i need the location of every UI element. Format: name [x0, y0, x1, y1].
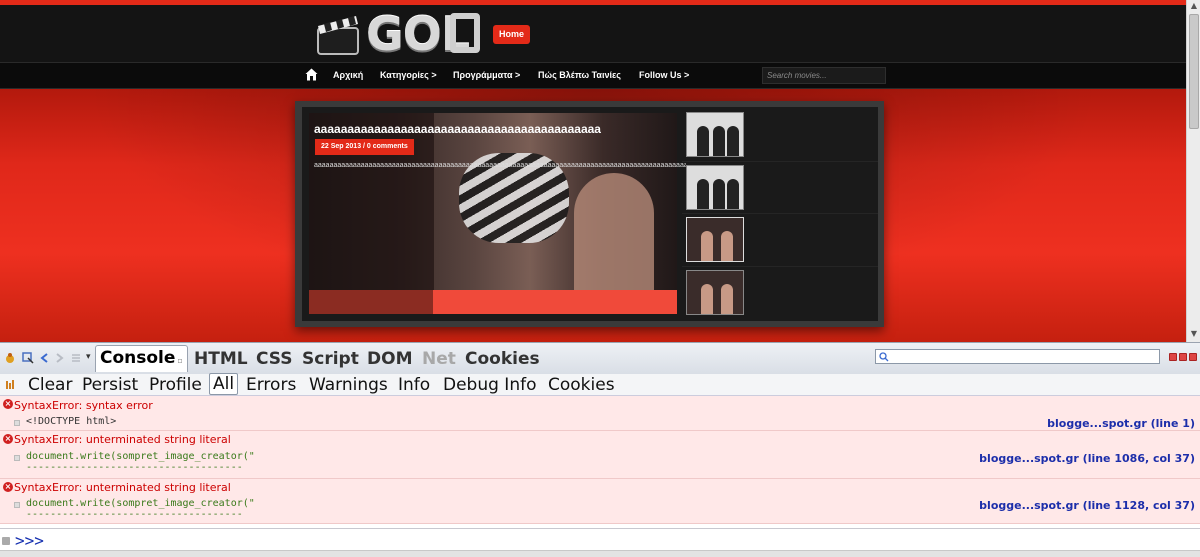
error-message: SyntaxError: unterminated string literal	[14, 481, 231, 494]
filter-warnings[interactable]: Warnings	[309, 375, 388, 395]
minimize-icon[interactable]	[1169, 353, 1177, 361]
thumbnail-figure	[697, 179, 709, 209]
error-source-code: <!DOCTYPE html>	[26, 416, 117, 427]
close-icon[interactable]	[1189, 353, 1197, 361]
filter-cookies[interactable]: Cookies	[548, 375, 615, 395]
slide-title[interactable]: aaaaaaaaaaaaaaaaaaaaaaaaaaaaaaaaaaaaaaaa…	[314, 122, 601, 136]
clear-button[interactable]: Clear	[28, 375, 72, 395]
error-icon: ×	[3, 482, 13, 492]
thumbnail-figure	[701, 284, 713, 314]
tab-console-label: Console	[100, 348, 176, 368]
error-source-continuation: ------------------------------------	[26, 462, 243, 473]
tab-net[interactable]: Net	[422, 349, 456, 369]
nav-item-how-to-watch[interactable]: Πώς Βλέπω Ταινίες	[538, 70, 621, 80]
thumbnail-figure	[697, 126, 709, 156]
command-prompt: >>>	[15, 531, 44, 550]
site-search-input[interactable]: Search movies...	[762, 67, 886, 84]
profile-button[interactable]: Profile	[149, 375, 202, 395]
error-source-link[interactable]: blogge...spot.gr (line 1086, col 37)	[979, 452, 1195, 465]
command-line-icon[interactable]	[2, 537, 10, 545]
error-source-code: document.write(sompret_image_creator("	[26, 498, 255, 509]
back-arrow-icon[interactable]	[39, 352, 51, 364]
expand-icon[interactable]	[14, 420, 20, 426]
slider-thumbnail[interactable]	[686, 270, 744, 315]
thumbnail-figure	[721, 231, 733, 261]
persist-button[interactable]: Persist	[82, 375, 138, 395]
firebug-search-input[interactable]	[875, 349, 1160, 364]
thumbnail-divider	[682, 213, 878, 214]
error-source-link[interactable]: blogge...spot.gr (line 1128, col 37)	[979, 499, 1195, 512]
filter-debug-info[interactable]: Debug Info	[443, 375, 536, 395]
home-button[interactable]: Home	[493, 25, 530, 44]
slider-thumbnail[interactable]	[686, 112, 744, 157]
thumbnail-figure	[713, 179, 725, 209]
scroll-up-icon[interactable]: ▲	[1187, 0, 1200, 12]
tab-css[interactable]: CSS	[256, 349, 293, 369]
status-bar	[0, 550, 1200, 557]
home-icon[interactable]	[305, 68, 318, 81]
thumbnail-figure	[727, 126, 739, 156]
thumbnail-figure	[721, 284, 733, 314]
expand-icon[interactable]	[14, 455, 20, 461]
search-icon	[879, 352, 889, 362]
console-log: × SyntaxError: syntax error <!DOCTYPE ht…	[0, 396, 1200, 528]
thumbnail-divider	[682, 266, 878, 267]
slide-meta-badge: 22 Sep 2013 / 0 comments	[315, 139, 414, 155]
thumbnail-figure	[727, 179, 739, 209]
thumbnail-figure	[701, 231, 713, 261]
filter-all[interactable]: All	[209, 373, 239, 395]
nav-item-follow-us[interactable]: Follow Us >	[639, 70, 689, 80]
error-message: SyntaxError: syntax error	[14, 399, 153, 412]
log-entry[interactable]: × SyntaxError: unterminated string liter…	[0, 479, 1200, 524]
log-entry[interactable]: × SyntaxError: unterminated string liter…	[0, 431, 1200, 479]
thumbnail-divider	[682, 161, 878, 162]
tab-html[interactable]: HTML	[194, 349, 248, 369]
error-source-code: document.write(sompret_image_creator("	[26, 451, 255, 462]
slider-thumbnail-active[interactable]	[686, 217, 744, 262]
scrollbar-thumb[interactable]	[1189, 14, 1199, 129]
firebug-icon[interactable]	[4, 352, 16, 364]
thumbnail-figure	[713, 126, 725, 156]
command-line[interactable]: >>>	[0, 528, 1200, 550]
slide-caption-bar-dark	[309, 290, 433, 314]
forward-arrow-icon[interactable]	[53, 352, 65, 364]
error-icon: ×	[3, 399, 13, 409]
tab-cookies[interactable]: Cookies	[465, 349, 540, 369]
site-logo[interactable]: GOL	[316, 8, 488, 60]
tab-console-menu-icon[interactable]: ▫	[177, 356, 182, 365]
logo-letter-box	[450, 13, 480, 53]
list-icon[interactable]	[70, 352, 82, 364]
tab-console[interactable]: Console ▫	[95, 345, 188, 372]
tab-script[interactable]: Script	[302, 349, 359, 369]
filter-info[interactable]: Info	[398, 375, 430, 395]
slide-excerpt: aaaaaaaaaaaaaaaaaaaaaaaaaaaaaaaaaaaaaaaa…	[314, 162, 686, 169]
tab-dom[interactable]: DOM	[367, 349, 412, 369]
slider-thumbnail[interactable]	[686, 165, 744, 210]
website-viewport: GOL Home Αρχική Κατηγορίες > Προγράμματα…	[0, 0, 1200, 342]
filter-errors[interactable]: Errors	[246, 375, 296, 395]
error-source-link[interactable]: blogge...spot.gr (line 1)	[1047, 417, 1195, 430]
inspect-icon[interactable]	[22, 352, 34, 364]
nav-item-home[interactable]: Αρχική	[333, 70, 363, 80]
nav-item-programs[interactable]: Προγράμματα >	[453, 70, 520, 80]
nav-item-categories[interactable]: Κατηγορίες >	[380, 70, 437, 80]
expand-icon[interactable]	[14, 502, 20, 508]
slide-caption-bar	[433, 290, 677, 314]
console-options-icon[interactable]	[5, 379, 15, 391]
page-scrollbar[interactable]: ▲ ▼	[1186, 0, 1200, 342]
error-message: SyntaxError: unterminated string literal	[14, 433, 231, 446]
log-entry[interactable]: × SyntaxError: syntax error <!DOCTYPE ht…	[0, 396, 1200, 431]
image-figure	[574, 173, 654, 290]
scroll-down-icon[interactable]: ▼	[1187, 328, 1200, 340]
clapperboard-icon	[317, 16, 359, 55]
error-source-continuation: ------------------------------------	[26, 509, 243, 520]
detach-icon[interactable]	[1179, 353, 1187, 361]
panel-menu-icon[interactable]: ▾	[86, 352, 91, 362]
error-icon: ×	[3, 434, 13, 444]
site-header	[0, 5, 1186, 62]
